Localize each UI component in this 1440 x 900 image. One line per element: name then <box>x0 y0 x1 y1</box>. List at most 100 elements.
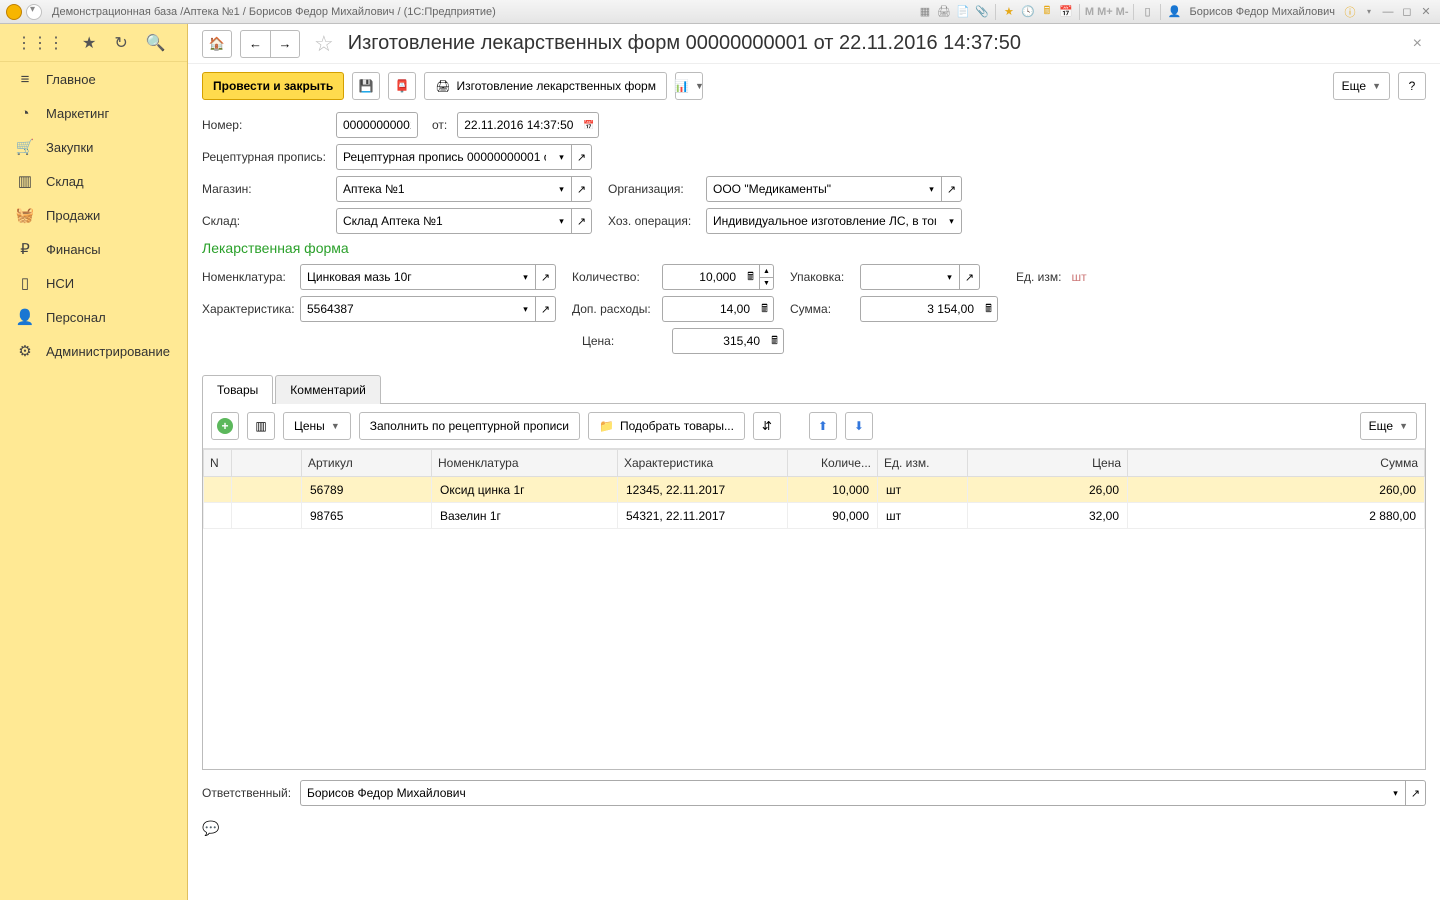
responsible-input[interactable] <box>300 780 1386 806</box>
pack-input[interactable] <box>860 264 940 290</box>
prices-button[interactable]: Цены ▼ <box>283 412 351 440</box>
wh-dropdown-icon[interactable]: ▾ <box>552 208 572 234</box>
tb-m-minus[interactable]: M- <box>1116 6 1129 18</box>
resp-open-icon[interactable]: ↗ <box>1406 780 1426 806</box>
help-button[interactable]: ? <box>1398 72 1426 100</box>
number-input[interactable] <box>336 112 418 138</box>
nom-dropdown-icon[interactable]: ▾ <box>516 264 536 290</box>
qty-up-icon[interactable]: ▲ <box>760 264 774 277</box>
favorite-icon[interactable]: ☆ <box>314 31 334 57</box>
qty-calc-icon[interactable]: 🖩 <box>742 264 760 290</box>
search-icon[interactable]: 🔍 <box>146 33 166 53</box>
add-row-button[interactable]: + <box>211 412 239 440</box>
minimize-icon[interactable]: — <box>1380 4 1396 20</box>
close-window-icon[interactable]: ✕ <box>1418 4 1434 20</box>
pick-goods-button[interactable]: 📁Подобрать товары... <box>588 412 745 440</box>
more-button[interactable]: Еще ▼ <box>1333 72 1390 100</box>
sidebar-item-admin[interactable]: ⚙Администрирование <box>0 334 187 368</box>
sidebar-item-warehouse[interactable]: ▥Склад <box>0 164 187 198</box>
tb-m[interactable]: M <box>1085 6 1094 18</box>
tb-info-icon[interactable]: ⓘ <box>1342 4 1358 20</box>
store-open-icon[interactable]: ↗ <box>572 176 592 202</box>
col-blank[interactable] <box>232 450 302 477</box>
qty-input[interactable] <box>662 264 742 290</box>
tb-doc-icon[interactable]: 📄 <box>955 4 971 20</box>
tb-star-icon[interactable]: ★ <box>1001 4 1017 20</box>
apps-icon[interactable]: ⋮⋮⋮ <box>16 33 64 53</box>
resp-dropdown-icon[interactable]: ▾ <box>1386 780 1406 806</box>
print-form-button[interactable]: 🖨Изготовление лекарственных форм <box>424 72 667 100</box>
exp-input[interactable] <box>662 296 756 322</box>
tb-icon-1[interactable]: ▦ <box>917 4 933 20</box>
sidebar-item-personnel[interactable]: 👤Персонал <box>0 300 187 334</box>
tb-calc-icon[interactable]: 🖩 <box>1039 4 1055 20</box>
rx-open-icon[interactable]: ↗ <box>572 144 592 170</box>
date-picker-icon[interactable]: 📅 <box>579 112 599 138</box>
org-open-icon[interactable]: ↗ <box>942 176 962 202</box>
wh-open-icon[interactable]: ↗ <box>572 208 592 234</box>
tb-info-caret[interactable]: ▾ <box>1361 4 1377 20</box>
move-up-button[interactable]: ⬆ <box>809 412 837 440</box>
pack-open-icon[interactable]: ↗ <box>960 264 980 290</box>
store-dropdown-icon[interactable]: ▾ <box>552 176 572 202</box>
price-calc-icon[interactable]: 🖩 <box>766 328 784 354</box>
col-qty[interactable]: Количе... <box>788 450 878 477</box>
sidebar-item-marketing[interactable]: ◔Маркетинг <box>0 96 187 130</box>
report-button[interactable]: 📊▼ <box>675 72 703 100</box>
app-menu-icon[interactable] <box>26 4 42 20</box>
org-dropdown-icon[interactable]: ▾ <box>922 176 942 202</box>
qty-down-icon[interactable]: ▼ <box>760 277 774 290</box>
price-input[interactable] <box>672 328 766 354</box>
tb-panel-icon[interactable]: ▯ <box>1139 4 1155 20</box>
op-input[interactable] <box>706 208 942 234</box>
rx-dropdown-icon[interactable]: ▾ <box>552 144 572 170</box>
table-row[interactable]: 56789 Оксид цинка 1г 12345, 22.11.2017 1… <box>204 477 1425 503</box>
home-button[interactable]: 🏠 <box>202 30 232 58</box>
col-unit[interactable]: Ед. изм. <box>878 450 968 477</box>
sidebar-item-nsi[interactable]: ▯НСИ <box>0 266 187 300</box>
forward-button[interactable]: → <box>270 30 300 58</box>
col-article[interactable]: Артикул <box>302 450 432 477</box>
tab-goods[interactable]: Товары <box>202 375 273 404</box>
col-sum[interactable]: Сумма <box>1128 450 1425 477</box>
nom-open-icon[interactable]: ↗ <box>536 264 556 290</box>
goods-more-button[interactable]: Еще ▼ <box>1360 412 1417 440</box>
tb-m-plus[interactable]: M+ <box>1097 6 1113 18</box>
date-input[interactable] <box>457 112 579 138</box>
tb-cal-icon[interactable]: 📅 <box>1058 4 1074 20</box>
op-dropdown-icon[interactable]: ▾ <box>942 208 962 234</box>
chat-icon[interactable]: 💬 <box>188 816 1440 841</box>
back-button[interactable]: ← <box>240 30 270 58</box>
char-input[interactable] <box>300 296 516 322</box>
post-close-button[interactable]: Провести и закрыть <box>202 72 344 100</box>
table-row[interactable]: 98765 Вазелин 1г 54321, 22.11.2017 90,00… <box>204 503 1425 529</box>
nom-input[interactable] <box>300 264 516 290</box>
store-input[interactable] <box>336 176 552 202</box>
tb-clock-icon[interactable]: 🕓 <box>1020 4 1036 20</box>
post-button[interactable]: 📮 <box>388 72 416 100</box>
sidebar-item-sales[interactable]: 🧺Продажи <box>0 198 187 232</box>
barcode-button[interactable]: ▥ <box>247 412 275 440</box>
col-nom[interactable]: Номенклатура <box>432 450 618 477</box>
close-tab-icon[interactable]: × <box>1409 31 1426 57</box>
rx-input[interactable] <box>336 144 552 170</box>
sidebar-item-main[interactable]: ≡Главное <box>0 62 187 96</box>
col-price[interactable]: Цена <box>968 450 1128 477</box>
sum-calc-icon[interactable]: 🖩 <box>980 296 998 322</box>
wh-input[interactable] <box>336 208 552 234</box>
sidebar-item-purchases[interactable]: 🛒Закупки <box>0 130 187 164</box>
pack-dropdown-icon[interactable]: ▾ <box>940 264 960 290</box>
col-num[interactable]: N <box>204 450 232 477</box>
history-icon[interactable]: ↻ <box>114 33 127 53</box>
exp-calc-icon[interactable]: 🖩 <box>756 296 774 322</box>
fill-rx-button[interactable]: Заполнить по рецептурной прописи <box>359 412 580 440</box>
fav-icon[interactable]: ★ <box>82 33 96 53</box>
col-char[interactable]: Характеристика <box>618 450 788 477</box>
expand-button[interactable]: ⇵ <box>753 412 781 440</box>
tb-clip-icon[interactable]: 📎 <box>974 4 990 20</box>
move-down-button[interactable]: ⬇ <box>845 412 873 440</box>
char-dropdown-icon[interactable]: ▾ <box>516 296 536 322</box>
char-open-icon[interactable]: ↗ <box>536 296 556 322</box>
maximize-icon[interactable]: ◻ <box>1399 4 1415 20</box>
org-input[interactable] <box>706 176 922 202</box>
